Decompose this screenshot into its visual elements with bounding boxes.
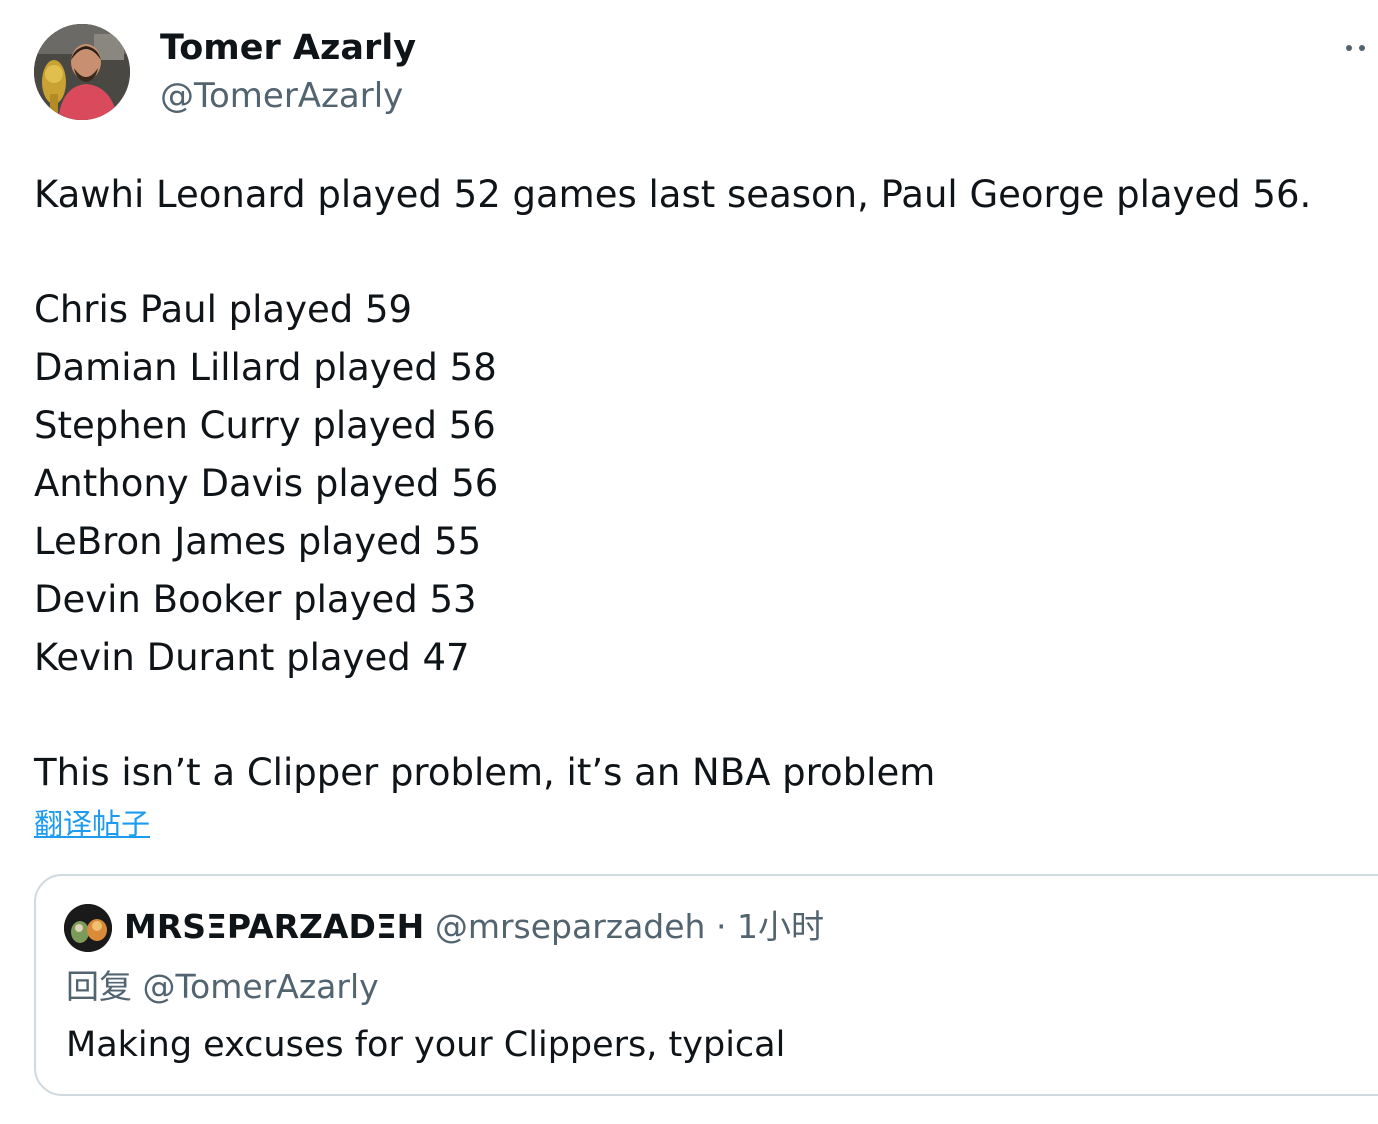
- tweet-intro: Kawhi Leonard played 52 games last seaso…: [34, 173, 1312, 216]
- quote-header: MRSΞPARZADΞH @mrseparzadeh · 1小时: [124, 904, 824, 950]
- tweet-list-item: LeBron James played 55: [34, 520, 482, 563]
- tweet-body: Kawhi Leonard played 52 games last seaso…: [34, 166, 1311, 802]
- more-horizontal-icon: [1345, 45, 1352, 51]
- reply-prefix: 回复: [66, 967, 132, 1006]
- tweet-conclusion: This isn’t a Clipper problem, it’s an NB…: [34, 751, 936, 794]
- tweet-list-item: Chris Paul played 59: [34, 288, 413, 331]
- author-avatar-image: [34, 24, 130, 120]
- tweet-card: Tomer Azarly @TomerAzarly Kawhi Leonard …: [0, 0, 1378, 1124]
- author-name[interactable]: Tomer Azarly: [160, 26, 416, 70]
- more-options-button[interactable]: [1338, 36, 1372, 60]
- more-horizontal-icon: [1358, 45, 1365, 51]
- quote-reply-context: 回复 @TomerAzarly: [66, 964, 379, 1010]
- tweet-list-item: Stephen Curry played 56: [34, 404, 496, 447]
- quote-author-name[interactable]: MRSΞPARZADΞH: [124, 907, 424, 946]
- quoted-tweet[interactable]: MRSΞPARZADΞH @mrseparzadeh · 1小时 回复 @Tom…: [34, 874, 1378, 1096]
- quote-timestamp[interactable]: 1小时: [737, 907, 824, 946]
- quote-author-handle[interactable]: @mrseparzadeh: [435, 907, 706, 946]
- reply-to-handle[interactable]: @TomerAzarly: [143, 967, 379, 1006]
- tweet-list-item: Kevin Durant played 47: [34, 636, 470, 679]
- translate-post-link[interactable]: 翻译帖子: [34, 802, 150, 846]
- quote-separator: ·: [715, 907, 727, 946]
- quote-avatar-image: [64, 904, 112, 952]
- author-handle[interactable]: @TomerAzarly: [160, 75, 403, 117]
- tweet-list-item: Devin Booker played 53: [34, 578, 477, 621]
- tweet-list-item: Anthony Davis played 56: [34, 462, 499, 505]
- tweet-list-item: Damian Lillard played 58: [34, 346, 497, 389]
- quote-text: Making excuses for your Clippers, typica…: [66, 1025, 786, 1065]
- author-avatar[interactable]: [34, 24, 130, 120]
- quote-author-avatar[interactable]: [64, 904, 112, 952]
